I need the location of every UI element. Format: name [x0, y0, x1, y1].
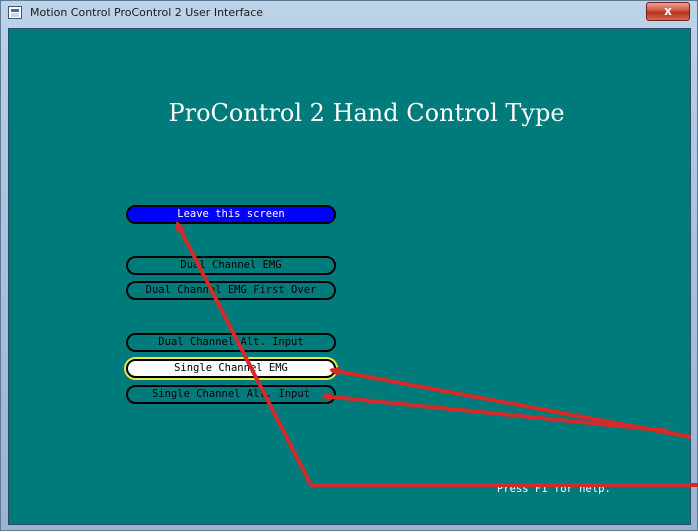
app-window: Motion Control ProControl 2 User Interfa…: [0, 0, 698, 531]
window-title: Motion Control ProControl 2 User Interfa…: [30, 6, 264, 19]
dual-channel-emg-first-over-button[interactable]: Dual Channel EMG First Over: [126, 281, 336, 300]
dual-channel-alt-input-button[interactable]: Dual Channel Alt. Input: [126, 333, 336, 352]
client-area: ProControl 2 Hand Control Type Leave thi…: [8, 28, 691, 525]
leave-screen-button[interactable]: Leave this screen: [126, 205, 336, 224]
help-hint: Press F1 for help.: [497, 483, 611, 495]
close-button[interactable]: x: [646, 2, 690, 21]
screen-title: ProControl 2 Hand Control Type: [168, 99, 565, 127]
single-channel-alt-input-button[interactable]: Single Channel Alt. Input: [126, 385, 336, 404]
single-channel-emg-button[interactable]: Single Channel EMG: [126, 359, 336, 378]
close-icon: x: [664, 4, 672, 18]
app-window-icon: [8, 6, 22, 19]
dual-channel-emg-button[interactable]: Dual Channel EMG: [126, 256, 336, 275]
title-bar[interactable]: Motion Control ProControl 2 User Interfa…: [1, 1, 697, 25]
